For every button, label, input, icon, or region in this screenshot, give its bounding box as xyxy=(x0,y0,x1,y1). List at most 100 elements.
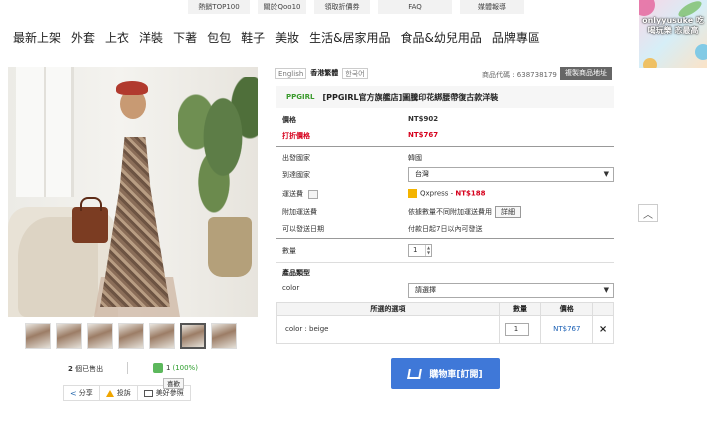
nav-tops[interactable]: 上衣 xyxy=(105,29,129,46)
copy-link-button[interactable]: 複製商品地址 xyxy=(560,67,612,80)
extra-shipping-value: 依據數量不同附加運送費用 詳細 xyxy=(408,206,521,218)
thumbnail-active[interactable] xyxy=(180,323,206,349)
quantity-stepper[interactable]: 1 ▲ ▼ xyxy=(408,244,432,257)
table-header: 所選的選項 數量 價格 xyxy=(277,303,613,316)
top-link-media[interactable]: 媒體報導 xyxy=(460,0,524,14)
quantity-label: 數量 xyxy=(282,247,296,255)
product-main-image[interactable] xyxy=(8,67,258,317)
product-code: 商品代碼 : 638738179 xyxy=(482,71,557,79)
spinner-arrows-icon[interactable]: ▲ ▼ xyxy=(425,245,431,256)
airplane-icon[interactable] xyxy=(308,189,318,199)
thumbnail-strip xyxy=(25,323,242,349)
like-percent: (100%) xyxy=(172,364,198,372)
divider xyxy=(276,146,614,147)
thumbs-up-icon xyxy=(153,363,163,373)
destination-select[interactable]: 台灣 ▼ xyxy=(408,167,614,182)
back-to-top-button[interactable]: ︿ xyxy=(638,204,658,222)
price-label: 價格 xyxy=(282,116,296,124)
chevron-down-icon: ▼ xyxy=(603,286,609,294)
nav-shoes[interactable]: 鞋子 xyxy=(241,29,265,46)
flower-decoration xyxy=(639,0,655,16)
plant xyxy=(178,77,258,227)
header-quantity: 數量 xyxy=(500,303,542,315)
option-quantity-cell: 1 xyxy=(500,316,542,343)
header-price: 價格 xyxy=(541,303,594,315)
promo-banner[interactable]: onlyyusuke 吃喝玩樂 忞最高 xyxy=(639,0,707,68)
sale-price-value: NT$767 xyxy=(408,131,439,139)
thumbnail[interactable] xyxy=(25,323,51,349)
remove-option-button[interactable]: × xyxy=(593,316,613,343)
origin-label: 出發國家 xyxy=(282,154,310,162)
thumbnail[interactable] xyxy=(87,323,113,349)
thumbnail[interactable] xyxy=(118,323,144,349)
top-links: 熱銷TOP100 關於Qoo10 領取折價券 FAQ 媒體報導 xyxy=(188,0,532,14)
like-button[interactable]: 1 (100%) xyxy=(153,363,198,373)
nav-outerwear[interactable]: 外套 xyxy=(71,29,95,46)
option-name: color : beige xyxy=(277,316,500,343)
price-value: NT$902 xyxy=(408,115,439,123)
flower-decoration xyxy=(643,58,657,68)
top-link-about[interactable]: 關於Qoo10 xyxy=(258,0,306,14)
thumbnail[interactable] xyxy=(149,323,175,349)
top-link-faq[interactable]: FAQ xyxy=(378,0,452,14)
nav-bottoms[interactable]: 下著 xyxy=(173,29,197,46)
top-link-coupon[interactable]: 領取折價券 xyxy=(314,0,370,14)
destination-value: 台灣 xyxy=(415,170,429,178)
nav-bags[interactable]: 包包 xyxy=(207,29,231,46)
nav-home[interactable]: 生活&居家用品 xyxy=(309,29,390,46)
beret xyxy=(116,81,148,95)
shipping-value: Qxpress - NT$188 xyxy=(408,189,486,198)
color-select[interactable]: 請選擇 ▼ xyxy=(408,283,614,298)
share-button[interactable]: < 分享 xyxy=(64,386,100,400)
flower-decoration xyxy=(695,44,707,60)
language-switcher: English 香港繁體 한국어 xyxy=(275,68,370,79)
header-option: 所選的選項 xyxy=(277,303,500,315)
divider xyxy=(276,262,614,263)
like-tooltip: 喜歡 xyxy=(163,378,184,389)
shipping-label: 運送費 xyxy=(282,189,318,199)
quantity-value: 1 xyxy=(413,246,418,254)
warning-icon xyxy=(105,389,114,397)
cart-button-label: 購物車[訂閱] xyxy=(429,370,483,380)
handbag xyxy=(72,197,108,243)
chevron-up-icon: ︿ xyxy=(643,209,653,221)
nav-brands[interactable]: 品牌專區 xyxy=(492,29,540,46)
divider xyxy=(276,238,614,239)
thumbnail[interactable] xyxy=(56,323,82,349)
report-button[interactable]: 投訴 xyxy=(100,386,138,400)
chevron-down-icon: ▼ xyxy=(603,170,609,178)
destination-label: 到達國家 xyxy=(282,171,310,179)
option-price: NT$767 xyxy=(541,316,594,343)
sale-price-label: 打折價格 xyxy=(282,132,310,140)
brand-name[interactable]: PPGIRL xyxy=(286,93,314,101)
detail-button[interactable]: 詳細 xyxy=(495,206,521,218)
nav-food[interactable]: 食品&幼兒用品 xyxy=(400,29,481,46)
ship-date-value: 付款日起7日以內可發送 xyxy=(408,225,483,233)
window xyxy=(16,67,74,197)
option-quantity-stepper[interactable]: 1 xyxy=(504,323,529,336)
divider xyxy=(127,362,128,374)
lang-english[interactable]: English xyxy=(275,68,307,79)
origin-value: 韓國 xyxy=(408,154,422,162)
top-link-top100[interactable]: 熱銷TOP100 xyxy=(188,0,250,14)
main-nav: 最新上架 外套 上衣 洋裝 下著 包包 鞋子 美妝 生活&居家用品 食品&幼兒用… xyxy=(13,29,550,46)
package-icon xyxy=(408,189,417,198)
header-remove xyxy=(593,303,613,315)
lang-korean[interactable]: 한국어 xyxy=(342,68,368,79)
product-title-bar: PPGIRL [PPGIRL官方旗艦店]圖騰印花綁腰帶復古款洋裝 xyxy=(276,86,614,108)
plant-pot xyxy=(208,217,252,277)
share-icon: < xyxy=(70,388,77,398)
nav-new[interactable]: 最新上架 xyxy=(13,29,61,46)
thumbnail[interactable] xyxy=(211,323,237,349)
product-title: [PPGIRL官方旗艦店]圖騰印花綁腰帶復古款洋裝 xyxy=(322,92,499,102)
nav-beauty[interactable]: 美妝 xyxy=(275,29,299,46)
color-label: color xyxy=(282,284,300,292)
add-to-cart-button[interactable]: 購物車[訂閱] xyxy=(391,358,500,389)
nav-dresses[interactable]: 洋裝 xyxy=(139,29,163,46)
selected-options-table: 所選的選項 數量 價格 color : beige 1 NT$767 × xyxy=(276,302,614,344)
like-count: 1 xyxy=(166,364,171,372)
promo-text: onlyyusuke 吃喝玩樂 忞最高 xyxy=(642,16,704,35)
ship-date-label: 可以發送日期 xyxy=(282,225,324,233)
extra-shipping-label: 附加運送費 xyxy=(282,208,317,216)
lang-traditional-chinese[interactable]: 香港繁體 xyxy=(308,68,340,79)
